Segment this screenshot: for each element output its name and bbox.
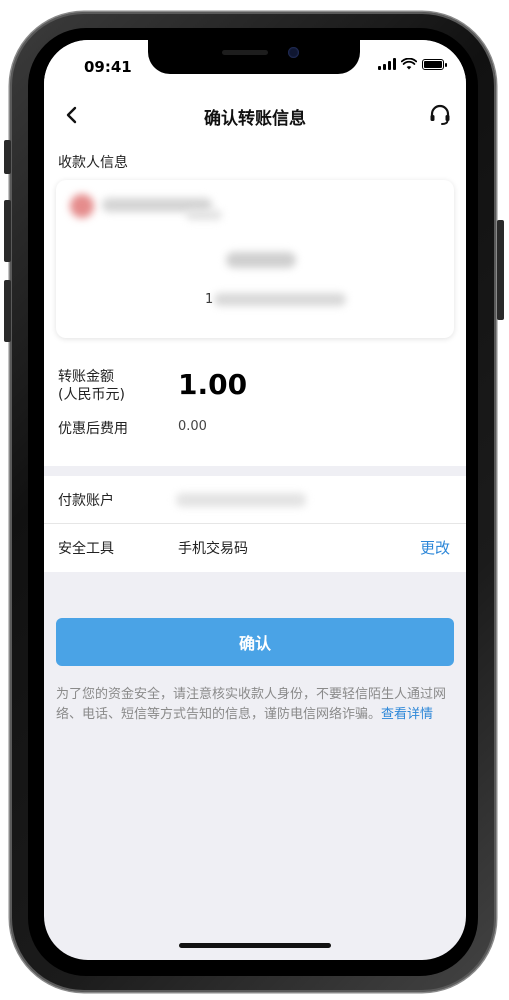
security-tool-label: 安全工具 bbox=[58, 541, 114, 557]
status-icons bbox=[378, 58, 447, 70]
payee-section: 收款人信息 1 转账金额 (人民币元) 1.00 优惠后费用 0.00 bbox=[44, 140, 466, 466]
notch bbox=[148, 40, 360, 74]
front-camera bbox=[288, 47, 299, 58]
amount-label-line2: (人民币元) bbox=[58, 387, 125, 403]
amount-label: 转账金额 (人民币元) bbox=[58, 368, 125, 404]
fee-value: 0.00 bbox=[178, 419, 207, 434]
payer-account-redacted bbox=[176, 493, 306, 507]
confirm-button[interactable]: 确认 bbox=[56, 618, 454, 666]
amount-value: 1.00 bbox=[178, 368, 248, 401]
battery-icon bbox=[422, 59, 447, 70]
volume-down-button bbox=[4, 280, 11, 342]
app-screen: 09:41 确认转账信息 收款人信息 1 转账金额 (人民币元) 1.00 优惠… bbox=[44, 40, 466, 960]
nav-bar: 确认转账信息 bbox=[44, 90, 466, 140]
payer-section: 付款账户 安全工具 手机交易码 更改 bbox=[44, 476, 466, 572]
payer-account-row: 付款账户 bbox=[44, 476, 466, 524]
security-tool-row: 安全工具 手机交易码 更改 bbox=[44, 524, 466, 572]
security-tool-value: 手机交易码 bbox=[178, 541, 248, 557]
bank-branch-redacted bbox=[186, 210, 222, 220]
status-time: 09:41 bbox=[84, 58, 132, 76]
speaker-grille bbox=[222, 50, 268, 55]
payee-section-label: 收款人信息 bbox=[58, 155, 128, 171]
wifi-icon bbox=[401, 58, 417, 70]
payee-card: 1 bbox=[56, 180, 454, 338]
customer-service-button[interactable] bbox=[426, 101, 454, 129]
home-indicator[interactable] bbox=[179, 943, 331, 948]
bank-logo-icon bbox=[70, 194, 94, 218]
mute-switch bbox=[4, 140, 11, 174]
security-notice: 为了您的资金安全，请注意核实收款人身份，不要轻信陌生人通过网络、电话、短信等方式… bbox=[56, 685, 454, 725]
fee-label: 优惠后费用 bbox=[58, 421, 128, 437]
power-button bbox=[497, 220, 504, 320]
cellular-signal-icon bbox=[378, 58, 396, 70]
amount-label-line1: 转账金额 bbox=[58, 369, 114, 385]
payee-name-redacted bbox=[226, 252, 296, 268]
volume-up-button bbox=[4, 200, 11, 262]
change-security-tool-link[interactable]: 更改 bbox=[420, 537, 450, 558]
page-title: 确认转账信息 bbox=[204, 109, 306, 129]
payee-account-redacted bbox=[214, 293, 346, 306]
view-details-link[interactable]: 查看详情 bbox=[381, 707, 433, 722]
payer-account-label: 付款账户 bbox=[58, 493, 114, 509]
payee-account-prefix: 1 bbox=[205, 292, 214, 307]
headset-icon bbox=[430, 104, 450, 125]
